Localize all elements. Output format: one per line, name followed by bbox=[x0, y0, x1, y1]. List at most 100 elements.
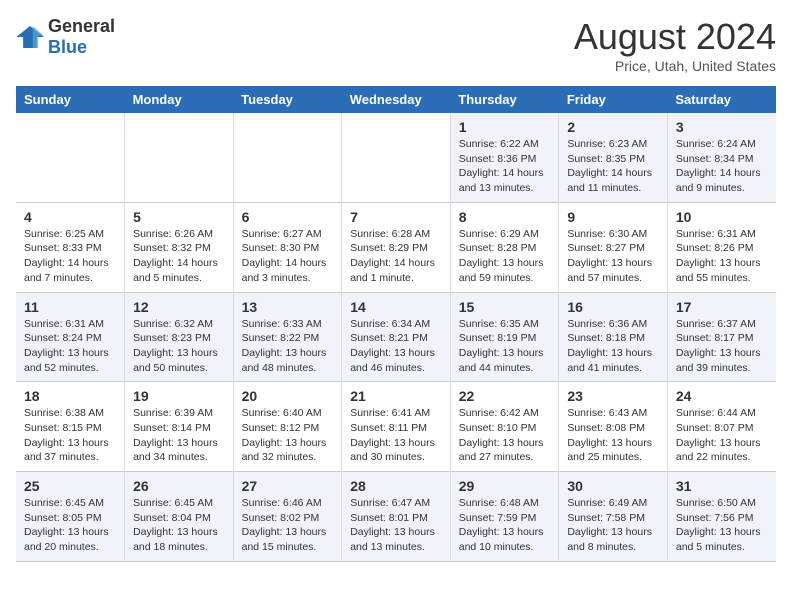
day-number: 8 bbox=[459, 209, 551, 225]
day-number: 30 bbox=[567, 478, 659, 494]
day-info: Sunrise: 6:29 AM Sunset: 8:28 PM Dayligh… bbox=[459, 227, 551, 286]
calendar-week-row: 25 Sunrise: 6:45 AM Sunset: 8:05 PM Dayli… bbox=[16, 472, 776, 562]
day-info: Sunrise: 6:26 AM Sunset: 8:32 PM Dayligh… bbox=[133, 227, 225, 286]
calendar-cell: 9Sunrise: 6:30 AM Sunset: 8:27 PM Daylig… bbox=[559, 202, 668, 292]
day-header-tuesday: Tuesday bbox=[233, 86, 342, 113]
day-number: 26 bbox=[133, 478, 225, 494]
calendar-cell bbox=[342, 113, 451, 202]
calendar-cell: 21 Sunrise: 6:41 AM Sunset: 8:11 PM Dayli… bbox=[342, 382, 451, 472]
day-number: 20 bbox=[242, 388, 334, 404]
day-number: 23 bbox=[567, 388, 659, 404]
page-header: General Blue August 2024 Price, Utah, Un… bbox=[16, 16, 776, 74]
calendar-cell bbox=[125, 113, 234, 202]
day-number: 24 bbox=[676, 388, 768, 404]
day-info: Sunrise: 6:37 AM Sunset: 8:17 PM Dayligh… bbox=[676, 317, 768, 376]
day-info: Sunrise: 6:28 AM Sunset: 8:29 PM Dayligh… bbox=[350, 227, 442, 286]
day-info: Sunrise: 6:50 AM Sunset: 7:56 PM Dayligh… bbox=[676, 496, 768, 555]
calendar-cell: 27 Sunrise: 6:46 AM Sunset: 8:02 PM Dayli… bbox=[233, 472, 342, 562]
day-header-monday: Monday bbox=[125, 86, 234, 113]
calendar-cell: 1 Sunrise: 6:22 AM Sunset: 8:36 PM Daylig… bbox=[450, 113, 559, 202]
calendar-cell: 19 Sunrise: 6:39 AM Sunset: 8:14 PM Dayli… bbox=[125, 382, 234, 472]
day-info: Sunrise: 6:46 AM Sunset: 8:02 PM Dayligh… bbox=[242, 496, 334, 555]
logo-blue: Blue bbox=[48, 37, 87, 57]
calendar-cell: 29Sunrise: 6:48 AM Sunset: 7:59 PM Dayli… bbox=[450, 472, 559, 562]
calendar-cell: 26 Sunrise: 6:45 AM Sunset: 8:04 PM Dayli… bbox=[125, 472, 234, 562]
calendar-cell: 31 Sunrise: 6:50 AM Sunset: 7:56 PM Dayli… bbox=[667, 472, 776, 562]
day-info: Sunrise: 6:35 AM Sunset: 8:19 PM Dayligh… bbox=[459, 317, 551, 376]
day-info: Sunrise: 6:48 AM Sunset: 7:59 PM Dayligh… bbox=[459, 496, 551, 555]
day-number: 12 bbox=[133, 299, 225, 315]
day-number: 3 bbox=[676, 119, 768, 135]
day-number: 5 bbox=[133, 209, 225, 225]
calendar-cell: 14 Sunrise: 6:34 AM Sunset: 8:21 PM Dayli… bbox=[342, 292, 451, 382]
day-info: Sunrise: 6:22 AM Sunset: 8:36 PM Dayligh… bbox=[459, 137, 551, 196]
day-number: 11 bbox=[24, 299, 116, 315]
day-number: 13 bbox=[242, 299, 334, 315]
day-info: Sunrise: 6:32 AM Sunset: 8:23 PM Dayligh… bbox=[133, 317, 225, 376]
calendar-cell: 15 Sunrise: 6:35 AM Sunset: 8:19 PM Dayli… bbox=[450, 292, 559, 382]
day-info: Sunrise: 6:33 AM Sunset: 8:22 PM Dayligh… bbox=[242, 317, 334, 376]
calendar-cell: 8 Sunrise: 6:29 AM Sunset: 8:28 PM Daylig… bbox=[450, 202, 559, 292]
day-number: 15 bbox=[459, 299, 551, 315]
calendar-cell: 12 Sunrise: 6:32 AM Sunset: 8:23 PM Dayli… bbox=[125, 292, 234, 382]
day-number: 17 bbox=[676, 299, 768, 315]
calendar-cell: 13 Sunrise: 6:33 AM Sunset: 8:22 PM Dayli… bbox=[233, 292, 342, 382]
day-number: 2 bbox=[567, 119, 659, 135]
calendar-cell: 5 Sunrise: 6:26 AM Sunset: 8:32 PM Daylig… bbox=[125, 202, 234, 292]
calendar-cell: 7Sunrise: 6:28 AM Sunset: 8:29 PM Daylig… bbox=[342, 202, 451, 292]
day-info: Sunrise: 6:47 AM Sunset: 8:01 PM Dayligh… bbox=[350, 496, 442, 555]
calendar-cell: 24 Sunrise: 6:44 AM Sunset: 8:07 PM Dayli… bbox=[667, 382, 776, 472]
calendar-cell: 20Sunrise: 6:40 AM Sunset: 8:12 PM Dayli… bbox=[233, 382, 342, 472]
calendar-cell: 30Sunrise: 6:49 AM Sunset: 7:58 PM Dayli… bbox=[559, 472, 668, 562]
calendar-week-row: 18 Sunrise: 6:38 AM Sunset: 8:15 PM Dayli… bbox=[16, 382, 776, 472]
day-info: Sunrise: 6:34 AM Sunset: 8:21 PM Dayligh… bbox=[350, 317, 442, 376]
day-number: 21 bbox=[350, 388, 442, 404]
day-info: Sunrise: 6:41 AM Sunset: 8:11 PM Dayligh… bbox=[350, 406, 442, 465]
calendar-cell bbox=[16, 113, 125, 202]
day-number: 28 bbox=[350, 478, 442, 494]
day-number: 1 bbox=[459, 119, 551, 135]
day-header-thursday: Thursday bbox=[450, 86, 559, 113]
calendar-cell: 16 Sunrise: 6:36 AM Sunset: 8:18 PM Dayli… bbox=[559, 292, 668, 382]
day-info: Sunrise: 6:42 AM Sunset: 8:10 PM Dayligh… bbox=[459, 406, 551, 465]
day-number: 22 bbox=[459, 388, 551, 404]
day-info: Sunrise: 6:31 AM Sunset: 8:26 PM Dayligh… bbox=[676, 227, 768, 286]
day-number: 31 bbox=[676, 478, 768, 494]
day-number: 18 bbox=[24, 388, 116, 404]
location: Price, Utah, United States bbox=[574, 58, 776, 74]
calendar-cell bbox=[233, 113, 342, 202]
calendar-cell: 3 Sunrise: 6:24 AM Sunset: 8:34 PM Daylig… bbox=[667, 113, 776, 202]
day-number: 25 bbox=[24, 478, 116, 494]
day-info: Sunrise: 6:30 AM Sunset: 8:27 PM Dayligh… bbox=[567, 227, 659, 286]
day-info: Sunrise: 6:38 AM Sunset: 8:15 PM Dayligh… bbox=[24, 406, 116, 465]
day-header-sunday: Sunday bbox=[16, 86, 125, 113]
logo: General Blue bbox=[16, 16, 115, 58]
day-number: 27 bbox=[242, 478, 334, 494]
day-header-wednesday: Wednesday bbox=[342, 86, 451, 113]
day-info: Sunrise: 6:43 AM Sunset: 8:08 PM Dayligh… bbox=[567, 406, 659, 465]
calendar-cell: 2Sunrise: 6:23 AM Sunset: 8:35 PM Daylig… bbox=[559, 113, 668, 202]
day-info: Sunrise: 6:44 AM Sunset: 8:07 PM Dayligh… bbox=[676, 406, 768, 465]
calendar-cell: 11 Sunrise: 6:31 AM Sunset: 8:24 PM Dayli… bbox=[16, 292, 125, 382]
calendar-cell: 10Sunrise: 6:31 AM Sunset: 8:26 PM Dayli… bbox=[667, 202, 776, 292]
day-number: 16 bbox=[567, 299, 659, 315]
day-number: 19 bbox=[133, 388, 225, 404]
calendar-cell: 6Sunrise: 6:27 AM Sunset: 8:30 PM Daylig… bbox=[233, 202, 342, 292]
calendar-cell: 23 Sunrise: 6:43 AM Sunset: 8:08 PM Dayli… bbox=[559, 382, 668, 472]
day-info: Sunrise: 6:24 AM Sunset: 8:34 PM Dayligh… bbox=[676, 137, 768, 196]
calendar-cell: 28 Sunrise: 6:47 AM Sunset: 8:01 PM Dayli… bbox=[342, 472, 451, 562]
day-number: 14 bbox=[350, 299, 442, 315]
day-info: Sunrise: 6:39 AM Sunset: 8:14 PM Dayligh… bbox=[133, 406, 225, 465]
day-info: Sunrise: 6:45 AM Sunset: 8:05 PM Dayligh… bbox=[24, 496, 116, 555]
day-info: Sunrise: 6:31 AM Sunset: 8:24 PM Dayligh… bbox=[24, 317, 116, 376]
calendar-cell: 18 Sunrise: 6:38 AM Sunset: 8:15 PM Dayli… bbox=[16, 382, 125, 472]
day-info: Sunrise: 6:45 AM Sunset: 8:04 PM Dayligh… bbox=[133, 496, 225, 555]
day-number: 4 bbox=[24, 209, 116, 225]
calendar-cell: 17 Sunrise: 6:37 AM Sunset: 8:17 PM Dayli… bbox=[667, 292, 776, 382]
day-header-friday: Friday bbox=[559, 86, 668, 113]
calendar-header-row: SundayMondayTuesdayWednesdayThursdayFrid… bbox=[16, 86, 776, 113]
logo-general: General bbox=[48, 16, 115, 36]
calendar-cell: 4Sunrise: 6:25 AM Sunset: 8:33 PM Daylig… bbox=[16, 202, 125, 292]
day-info: Sunrise: 6:36 AM Sunset: 8:18 PM Dayligh… bbox=[567, 317, 659, 376]
day-header-saturday: Saturday bbox=[667, 86, 776, 113]
